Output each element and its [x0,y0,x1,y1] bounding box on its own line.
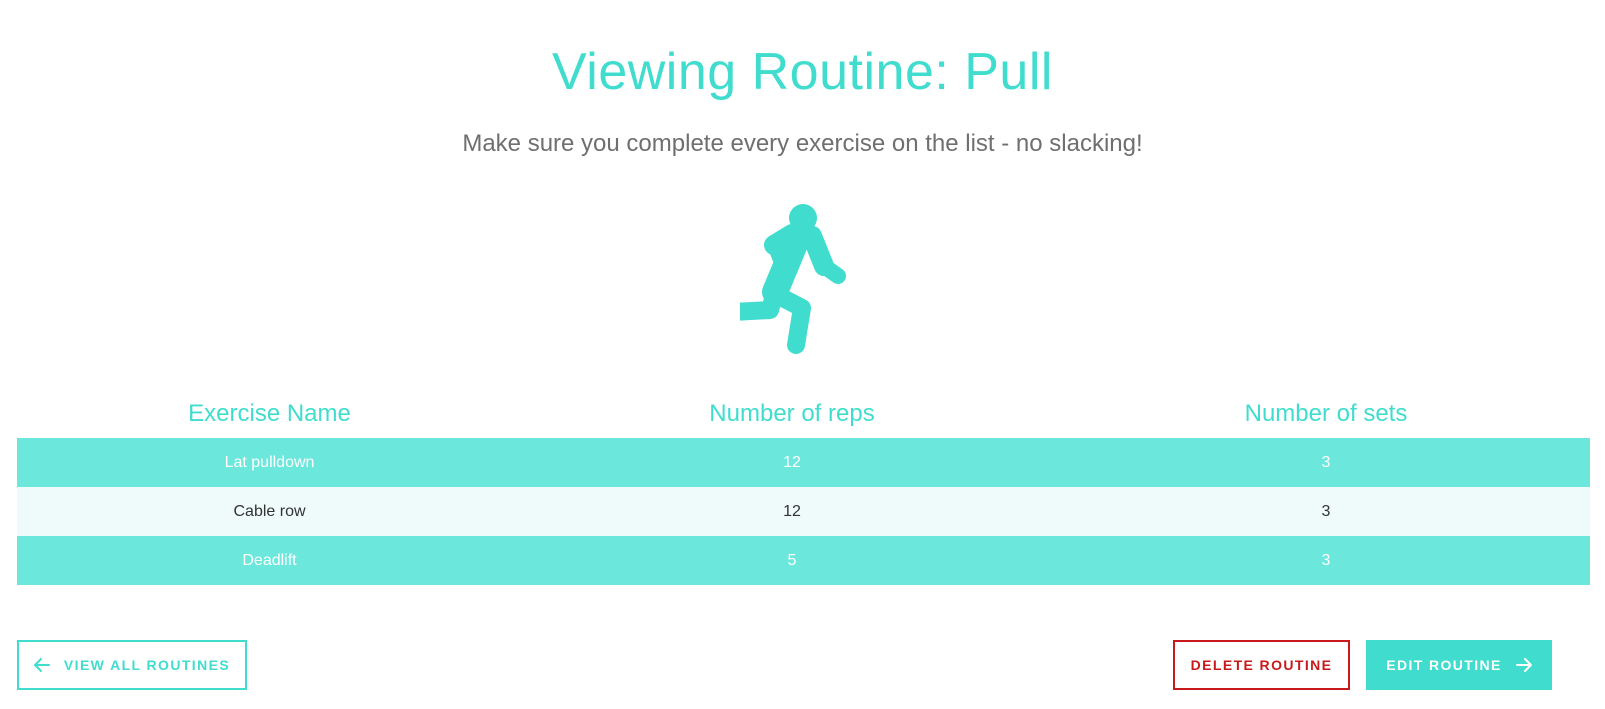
edit-routine-button[interactable]: EDIT ROUTINE [1366,640,1552,690]
routine-page: Viewing Routine: Pull Make sure you comp… [0,0,1605,709]
column-header-exercise-name: Exercise Name [188,400,351,427]
delete-routine-label: DELETE ROUTINE [1190,657,1333,673]
column-header-sets: Number of sets [1244,400,1408,427]
sets-cell: 3 [1321,453,1331,471]
reps-cell: 12 [783,453,801,471]
page-subtitle: Make sure you complete every exercise on… [462,130,1143,157]
delete-routine-button[interactable]: DELETE ROUTINE [1173,640,1350,690]
edit-routine-label: EDIT ROUTINE [1386,657,1502,673]
sets-cell: 3 [1321,551,1331,569]
view-all-routines-label: VIEW ALL ROUTINES [63,657,231,673]
running-person-icon [740,204,846,354]
arrow-right-icon [1515,658,1532,672]
column-header-reps: Number of reps [709,400,875,427]
exercise-name-cell: Cable row [233,502,306,520]
table-row: Cable row 12 3 [17,487,1590,536]
table-row: Deadlift 5 3 [17,536,1590,585]
table-row: Lat pulldown 12 3 [17,438,1590,487]
table-header: Exercise Name Number of reps Number of s… [17,390,1590,438]
exercise-name-cell: Deadlift [242,551,297,569]
exercise-name-cell: Lat pulldown [224,453,315,471]
arrow-left-icon [33,658,50,672]
reps-cell: 12 [783,502,801,520]
reps-cell: 5 [787,551,797,569]
exercise-table: Exercise Name Number of reps Number of s… [17,390,1590,585]
page-title: Viewing Routine: Pull [552,43,1053,101]
view-all-routines-button[interactable]: VIEW ALL ROUTINES [17,640,247,690]
sets-cell: 3 [1321,502,1331,520]
